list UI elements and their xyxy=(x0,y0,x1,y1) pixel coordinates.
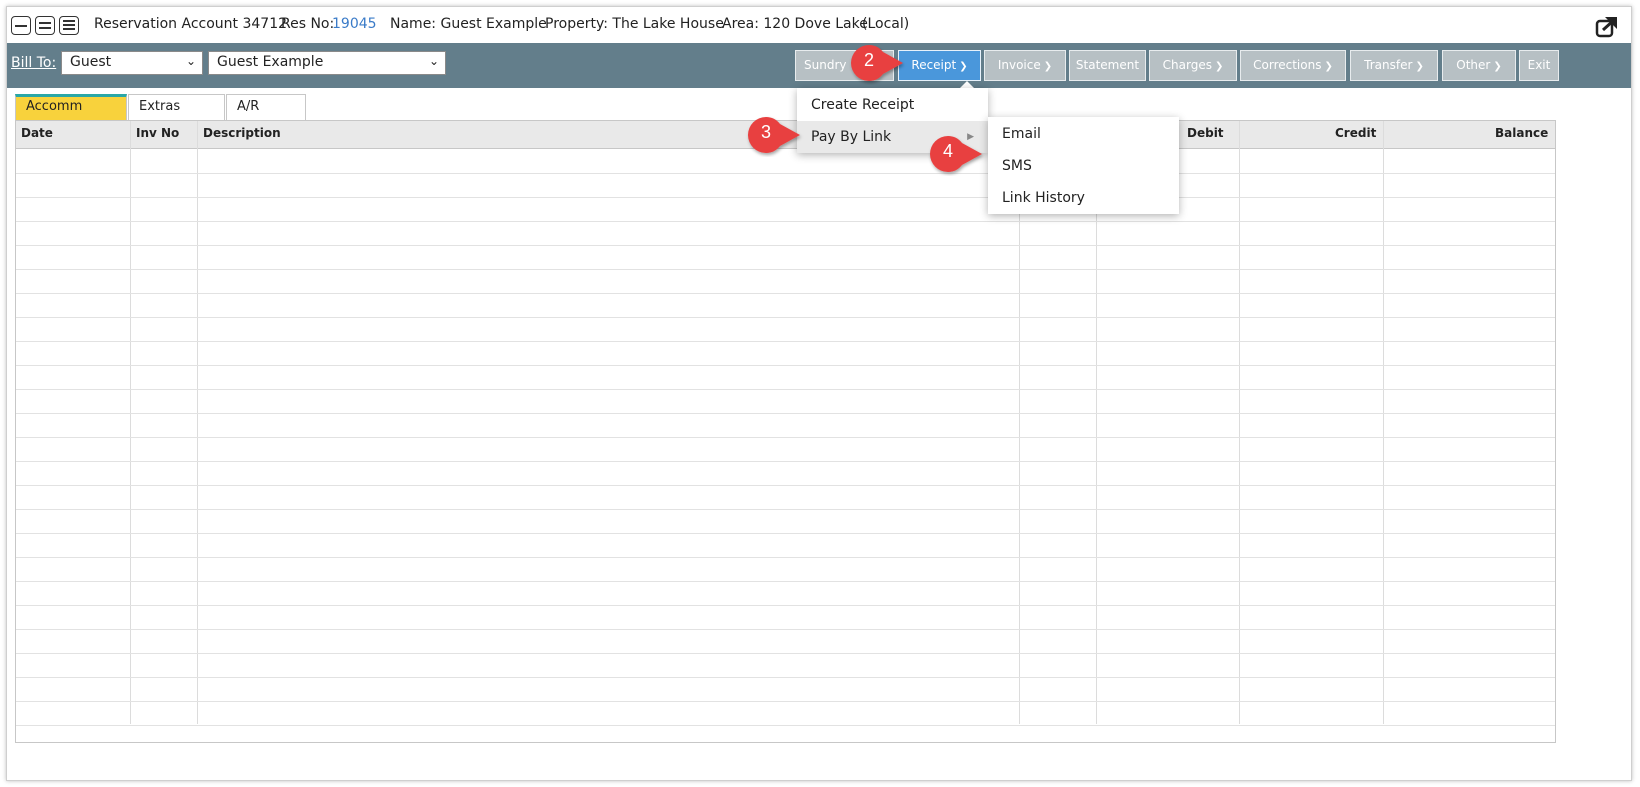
transfer-label: Transfer xyxy=(1364,58,1413,72)
email-label: Email xyxy=(1002,126,1041,142)
tab-accomm[interactable]: Accomm $0.00 xyxy=(15,94,127,134)
grid-row-divider xyxy=(16,341,1555,342)
bill-to-type-value: Guest xyxy=(70,54,112,70)
grid-row-divider xyxy=(16,389,1555,390)
receipt-button[interactable]: Receipt ❯ xyxy=(898,50,981,81)
create-receipt-item[interactable]: Create Receipt xyxy=(797,89,988,121)
grid-row-divider xyxy=(16,317,1555,318)
reservation-account-window: Reservation Account 34712 Res No: 19045 … xyxy=(6,6,1632,781)
grid-row-divider xyxy=(16,725,1555,726)
grid-row-divider xyxy=(16,533,1555,534)
sms-item[interactable]: SMS xyxy=(988,150,1179,182)
invoice-button[interactable]: Invoice ❯ xyxy=(984,50,1066,81)
chevron-down-icon: ❯ xyxy=(1043,61,1053,72)
grid-row-divider xyxy=(16,269,1555,270)
minimize-icon[interactable] xyxy=(11,16,31,35)
other-label: Other xyxy=(1456,58,1491,72)
page-title: Reservation Account 34712 xyxy=(94,16,288,32)
sms-label: SMS xyxy=(1002,158,1032,174)
charges-button[interactable]: Charges ❯ xyxy=(1149,50,1237,81)
grid-row-divider xyxy=(16,245,1555,246)
grid-row-divider xyxy=(16,413,1555,414)
callout-3-number: 3 xyxy=(760,122,771,142)
sundry-label: Sundry xyxy=(804,58,847,72)
column-credit[interactable]: Credit xyxy=(1335,126,1376,140)
chevron-down-icon: ⌄ xyxy=(185,54,196,68)
callout-4: 4 xyxy=(924,132,988,176)
chevron-down-icon: ❯ xyxy=(1415,61,1424,72)
bill-to-name-value: Guest Example xyxy=(217,54,324,70)
window-header: Reservation Account 34712 Res No: 19045 … xyxy=(7,7,1631,43)
grid-row-divider xyxy=(16,557,1555,558)
charges-label: Charges xyxy=(1162,58,1212,72)
transactions-grid: Date Inv No Description Debit Credit Bal… xyxy=(15,120,1556,743)
grid-row-divider xyxy=(16,653,1555,654)
chevron-down-icon: ❯ xyxy=(959,61,968,72)
link-history-label: Link History xyxy=(1002,190,1085,206)
res-no-link[interactable]: 19045 xyxy=(332,16,377,32)
callout-3: 3 xyxy=(742,113,806,157)
grid-row-divider xyxy=(16,605,1555,606)
email-item[interactable]: Email xyxy=(988,118,1179,150)
area-name: Area: 120 Dove Lake xyxy=(722,16,868,32)
grid-row-divider xyxy=(16,221,1555,222)
chevron-down-icon: ❯ xyxy=(1324,61,1333,72)
chevron-down-icon: ⌄ xyxy=(428,54,439,68)
res-no-label: Res No: xyxy=(281,16,335,32)
popout-icon[interactable] xyxy=(1595,15,1619,39)
column-date[interactable]: Date xyxy=(21,126,53,140)
grid-column-divider xyxy=(1383,121,1384,724)
pay-by-link-label: Pay By Link xyxy=(811,129,892,145)
restore-icon[interactable] xyxy=(35,16,55,35)
transfer-button[interactable]: Transfer ❯ xyxy=(1350,50,1438,81)
bill-to-link[interactable]: Bill To: xyxy=(11,55,56,71)
corrections-label: Corrections xyxy=(1253,58,1322,72)
grid-column-divider xyxy=(197,121,198,724)
other-button[interactable]: Other ❯ xyxy=(1442,50,1516,81)
tab-ar[interactable]: A/R $0.00 xyxy=(226,94,306,138)
statement-label: Statement xyxy=(1075,58,1140,72)
grid-row-divider xyxy=(16,485,1555,486)
grid-row-divider xyxy=(16,509,1555,510)
invoice-label: Invoice xyxy=(997,58,1041,72)
property-name: Property: The Lake House xyxy=(545,16,724,32)
local-indicator: (Local) xyxy=(862,16,910,32)
grid-row-divider xyxy=(16,437,1555,438)
grid-row-divider xyxy=(16,677,1555,678)
maximize-icon[interactable] xyxy=(59,16,79,35)
receipt-label: Receipt xyxy=(911,58,957,72)
column-description[interactable]: Description xyxy=(203,126,281,140)
chevron-down-icon: ❯ xyxy=(1214,61,1224,72)
bill-to-name-select[interactable]: Guest Example ⌄ xyxy=(208,51,446,75)
tab-extras[interactable]: Extras $0.00 xyxy=(128,94,225,138)
grid-row-divider xyxy=(16,629,1555,630)
grid-row-divider xyxy=(16,581,1555,582)
bill-to-type-select[interactable]: Guest ⌄ xyxy=(61,51,203,75)
callout-2: 2 xyxy=(845,41,909,85)
create-receipt-label: Create Receipt xyxy=(811,97,915,113)
exit-button[interactable]: Exit xyxy=(1519,50,1559,81)
grid-row-divider xyxy=(16,365,1555,366)
exit-label: Exit xyxy=(1527,58,1551,72)
grid-row-divider xyxy=(16,293,1555,294)
pay-by-link-submenu: Email SMS Link History xyxy=(988,117,1179,214)
bill-to-toolbar: Bill To: Guest ⌄ Guest Example ⌄ Sundry … xyxy=(7,43,1631,88)
menu-pointer xyxy=(960,81,974,88)
callout-2-number: 2 xyxy=(863,50,874,70)
callout-4-number: 4 xyxy=(942,141,953,161)
statement-button[interactable]: Statement xyxy=(1069,50,1146,81)
column-balance[interactable]: Balance xyxy=(1495,126,1548,140)
column-inv-no[interactable]: Inv No xyxy=(136,126,179,140)
grid-column-divider xyxy=(130,121,131,724)
chevron-down-icon: ❯ xyxy=(1493,61,1502,72)
grid-row-divider xyxy=(16,701,1555,702)
grid-row-divider xyxy=(16,173,1555,174)
link-history-item[interactable]: Link History xyxy=(988,182,1179,214)
grid-row-divider xyxy=(16,461,1555,462)
guest-name: Name: Guest Example xyxy=(390,16,547,32)
column-debit[interactable]: Debit xyxy=(1187,126,1224,140)
grid-row-divider xyxy=(16,197,1555,198)
grid-column-divider xyxy=(1239,121,1240,724)
corrections-button[interactable]: Corrections ❯ xyxy=(1240,50,1346,81)
